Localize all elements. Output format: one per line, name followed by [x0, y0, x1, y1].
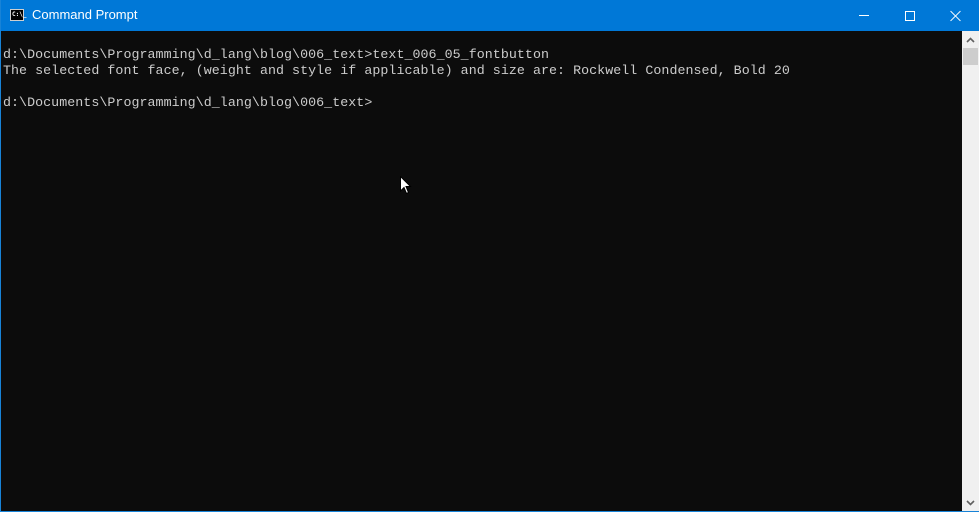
maximize-icon	[905, 10, 915, 21]
chevron-down-icon	[966, 499, 975, 506]
minimize-button[interactable]	[841, 0, 887, 31]
cmd-icon-text: C:\_	[12, 11, 27, 18]
title-bar[interactable]: C:\_ Command Prompt	[1, 0, 979, 31]
close-button[interactable]	[933, 0, 979, 31]
scroll-up-button[interactable]	[962, 31, 979, 48]
console-output[interactable]: d:\Documents\Programming\d_lang\blog\006…	[2, 31, 962, 511]
scroll-down-button[interactable]	[962, 494, 979, 511]
console-line-command: d:\Documents\Programming\d_lang\blog\006…	[3, 47, 550, 62]
window-title: Command Prompt	[32, 7, 138, 22]
console-line-prompt: d:\Documents\Programming\d_lang\blog\006…	[3, 95, 373, 110]
cmd-icon[interactable]: C:\_	[10, 9, 27, 21]
minimize-icon	[859, 15, 869, 16]
command-prompt-window: C:\_ Command Prompt d:\Documents\Program…	[0, 0, 979, 512]
scrollbar-thumb[interactable]	[963, 48, 978, 65]
vertical-scrollbar[interactable]	[962, 31, 979, 511]
maximize-button[interactable]	[887, 0, 933, 31]
console-line-output: The selected font face, (weight and styl…	[3, 63, 790, 78]
close-icon	[950, 10, 962, 22]
chevron-up-icon	[966, 36, 975, 43]
mouse-pointer-icon	[400, 176, 412, 195]
